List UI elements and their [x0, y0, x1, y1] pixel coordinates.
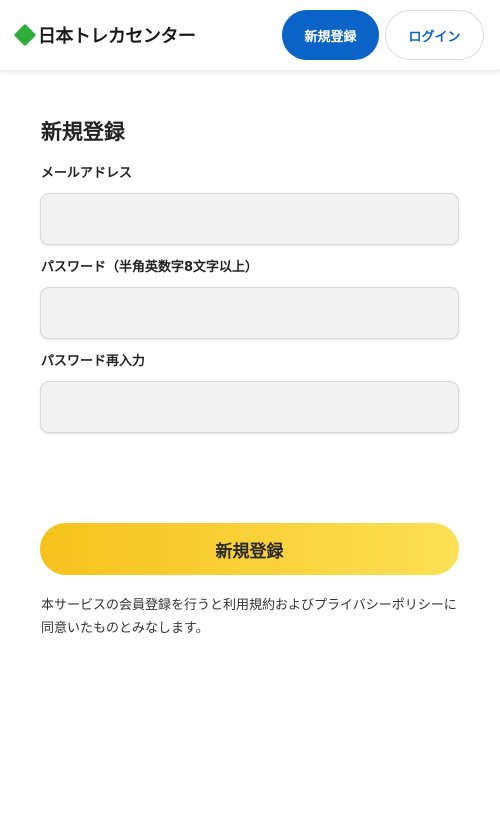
email-field[interactable]: [40, 193, 459, 245]
password-confirm-label: パスワード再入力: [41, 354, 146, 369]
email-label: メールアドレス: [41, 166, 133, 181]
password-label: パスワード（半角英数字8文字以上）: [41, 260, 259, 275]
site-header: 日本トレカセンター 新規登録 ログイン: [0, 0, 500, 71]
password-field[interactable]: [40, 287, 459, 339]
header-login-button[interactable]: ログイン: [385, 10, 484, 60]
submit-register-button[interactable]: 新規登録: [40, 523, 459, 575]
green-diamond-icon: [13, 23, 37, 47]
site-logo[interactable]: 日本トレカセンター: [13, 23, 196, 47]
page-title: 新規登録: [41, 120, 125, 144]
logo-text: 日本トレカセンター: [38, 26, 196, 47]
terms-notice: 本サービスの会員登録を行うと利用規約およびプライバシーポリシーに同意いたものとみ…: [41, 598, 457, 636]
header-register-button[interactable]: 新規登録: [282, 10, 379, 60]
password-confirm-field[interactable]: [40, 381, 459, 433]
